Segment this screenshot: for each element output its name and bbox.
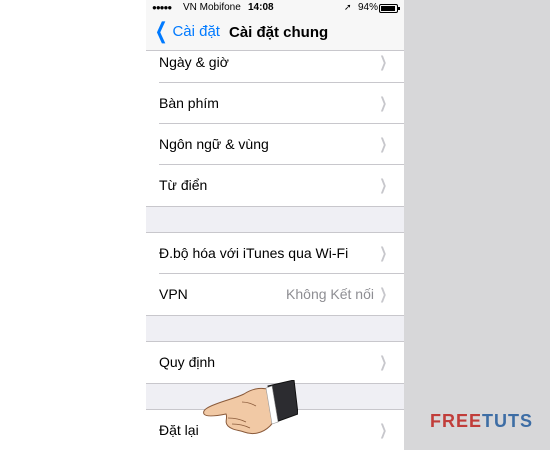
settings-group-sync-vpn: Đ.bộ hóa với iTunes qua Wi-Fi ❯ VPN Khôn… [146,232,404,316]
battery-icon [379,4,400,13]
row-label: VPN [159,286,188,302]
signal-dots-icon: ●●●●● [152,3,172,12]
location-arrow-icon: ➚ [344,2,352,12]
settings-row-regulatory[interactable]: Quy định ❯ [146,342,404,383]
row-label: Đ.bộ hóa với iTunes qua Wi-Fi [159,245,349,261]
chevron-right-icon: ❯ [379,95,388,112]
watermark-logo: FREETUTS [430,411,533,432]
row-label: Ngày & giờ [159,54,229,70]
settings-row-language-region[interactable]: Ngôn ngữ & vùng ❯ [146,124,404,165]
settings-group-datetime: Ngày & giờ ❯ Bàn phím ❯ Ngôn ngữ & vùng … [146,41,404,207]
battery-percent: 94% [358,2,379,13]
status-bar: ●●●●● VN Mobifone 14:08 ➚ 94% [146,0,404,16]
settings-group-regulatory: Quy định ❯ [146,341,404,384]
settings-row-keyboard[interactable]: Bàn phím ❯ [146,83,404,124]
chevron-left-icon: ❮ [154,18,168,43]
back-button-label: Cài đặt [172,22,220,40]
chevron-right-icon: ❯ [379,354,388,371]
back-button[interactable]: ❮ Cài đặt [152,18,220,43]
row-label: Từ điển [159,177,208,193]
page-title: Cài đặt chung [229,24,329,41]
settings-row-vpn[interactable]: VPN Không Kết nối ❯ [146,274,404,315]
settings-row-itunes-wifi-sync[interactable]: Đ.bộ hóa với iTunes qua Wi-Fi ❯ [146,233,404,274]
row-label: Quy định [159,354,216,370]
status-time: 14:08 [248,2,274,13]
chevron-right-icon: ❯ [379,422,388,439]
chevron-right-icon: ❯ [379,177,388,194]
chevron-right-icon: ❯ [379,136,388,153]
chevron-right-icon: ❯ [379,245,388,262]
watermark-free: FREE [430,411,483,431]
vpn-status-value: Không Kết nối [286,286,374,302]
row-label: Bàn phím [159,95,219,111]
right-background [404,0,550,450]
row-label: Ngôn ngữ & vùng [159,136,269,152]
watermark-tuts: TUTS [482,411,534,431]
carrier-name: VN Mobifone [183,2,241,13]
settings-row-dictionary[interactable]: Từ điển ❯ [146,165,404,206]
chevron-right-icon: ❯ [379,54,388,71]
pointing-hand-icon [203,380,298,435]
chevron-right-icon: ❯ [379,286,388,303]
row-label: Đặt lại [159,422,199,438]
navigation-bar: ❮ Cài đặt Cài đặt chung [146,16,404,51]
